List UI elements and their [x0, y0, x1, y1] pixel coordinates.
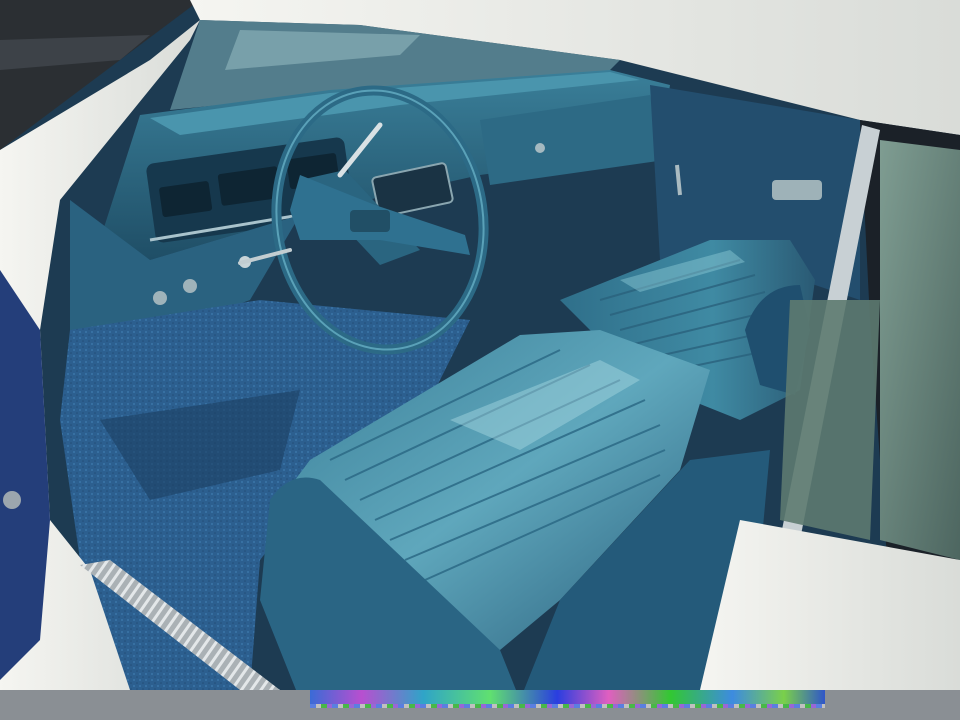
side-window [880, 140, 960, 560]
door-handle [772, 180, 822, 200]
compression-glitch [310, 690, 825, 704]
car-interior-photo [0, 0, 960, 720]
knob-2 [183, 279, 197, 293]
compression-glitch-lines [310, 704, 825, 708]
knob-1 [153, 291, 167, 305]
glovebox-lock [535, 143, 545, 153]
door-glass-lower [780, 300, 880, 540]
image-artifact-strip [0, 690, 960, 720]
door-latch [3, 491, 21, 509]
